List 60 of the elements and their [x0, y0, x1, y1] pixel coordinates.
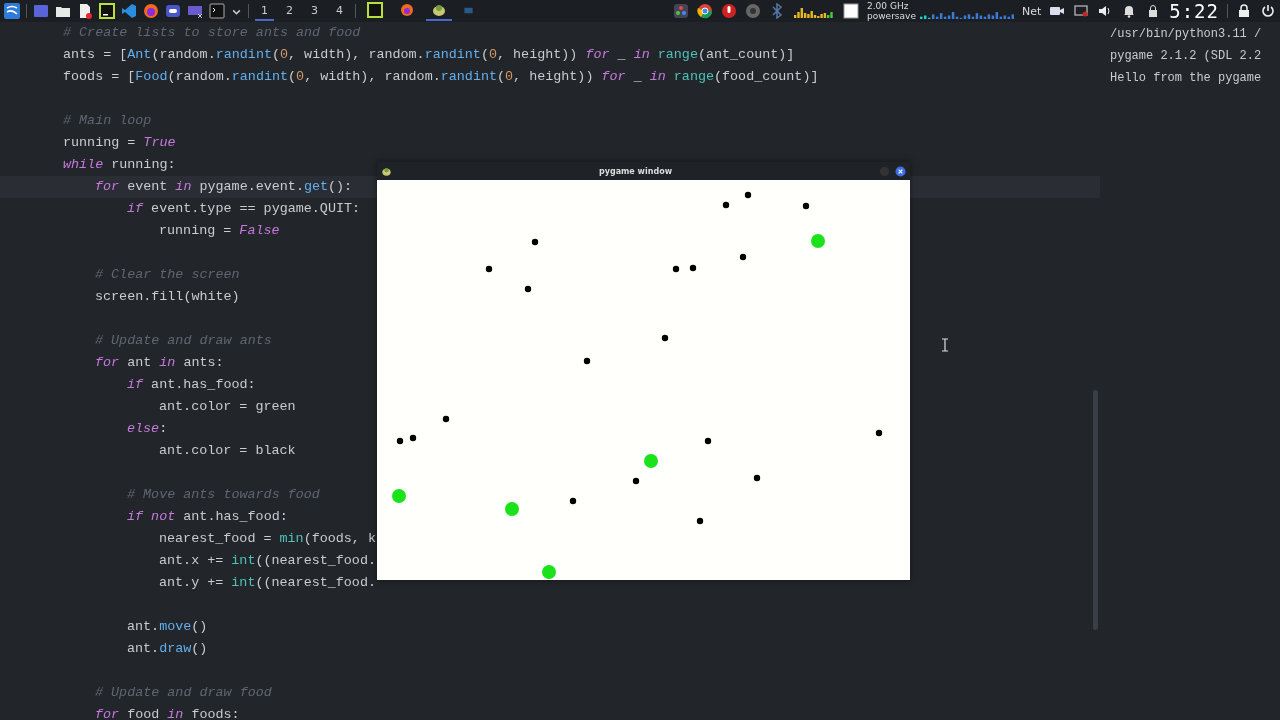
- palette-icon[interactable]: [673, 3, 690, 19]
- cpu-governor: powersave: [867, 11, 916, 21]
- document-icon[interactable]: [77, 3, 93, 19]
- desktop-switcher[interactable]: 1: [255, 1, 274, 21]
- code-line: # Move ants towards food: [127, 487, 320, 502]
- browser-icon[interactable]: [697, 3, 714, 19]
- code-line: ant.y += int((nearest_food.: [159, 575, 376, 590]
- code-line: ant.color = black: [159, 443, 296, 458]
- desktop-switcher[interactable]: 2: [280, 1, 299, 21]
- ide-icon[interactable]: [99, 3, 115, 19]
- snake-icon: [431, 2, 447, 18]
- code-line: running = False: [159, 223, 280, 238]
- network-label: Net: [1021, 4, 1042, 18]
- code-line: foods = [Food(random.randint(0, width), random.randint(0, height)) for _ in range(food_count)]: [63, 69, 819, 84]
- launcher-icon[interactable]: [4, 3, 20, 19]
- code-line: else:: [127, 421, 168, 436]
- screen-icon[interactable]: [187, 3, 203, 19]
- code-line: # Create lists to store ants and food: [63, 25, 361, 40]
- code-editor-icon[interactable]: [121, 3, 137, 19]
- terminal-line: Hello from the pygame: [1110, 70, 1263, 87]
- cpu-frequency: 2.00 GHz: [867, 1, 910, 11]
- code-line: running = True: [63, 135, 176, 150]
- code-line: for ant in ants:: [95, 355, 224, 370]
- chat-icon[interactable]: [165, 3, 181, 19]
- code-line: ant.draw(): [127, 641, 208, 656]
- code-line: for event in pygame.event.get():: [95, 179, 353, 194]
- terminal-line: pygame 2.1.2 (SDL 2.2: [1110, 48, 1263, 65]
- text-cursor-icon: [941, 338, 949, 352]
- lock-icon[interactable]: [1236, 3, 1252, 19]
- code-line: while running:: [63, 157, 176, 172]
- code-line: if not ant.has_food:: [127, 509, 288, 524]
- desktop-icon[interactable]: [33, 3, 49, 19]
- terminal-line: /usr/bin/python3.11 /: [1110, 26, 1263, 43]
- screen-record-icon[interactable]: [1073, 3, 1090, 19]
- aperture-icon[interactable]: [745, 3, 762, 19]
- code-line: ant.move(): [127, 619, 208, 634]
- code-line: for food in foods:: [95, 707, 240, 720]
- browser-icon: [399, 2, 415, 18]
- code-line: # Main loop: [63, 113, 152, 128]
- scrollbar[interactable]: [1093, 390, 1098, 630]
- code-line: # Update and draw ants: [95, 333, 272, 348]
- ide-icon: [367, 2, 383, 18]
- window-title: pygame window: [597, 166, 674, 176]
- microphone-icon[interactable]: [721, 3, 738, 19]
- desktop-switcher[interactable]: 4: [330, 1, 349, 21]
- snake-icon: [381, 165, 392, 177]
- code-line: if event.type == pygame.QUIT:: [127, 201, 361, 216]
- code-line: if ant.has_food:: [127, 377, 256, 392]
- code-line: # Clear the screen: [95, 267, 240, 282]
- code-line: nearest_food = min(foods, k: [159, 531, 376, 546]
- code-line: ants = [Ant(random.randint(0, width), random.randint(0, height)) for _ in range(ant_count)]: [63, 47, 795, 62]
- code-line: ant.x += int((nearest_food.: [159, 553, 376, 568]
- close-icon[interactable]: [895, 165, 906, 177]
- terminal-icon[interactable]: [209, 3, 225, 19]
- desktop-switcher[interactable]: 3: [305, 1, 324, 21]
- power-icon[interactable]: [1260, 3, 1276, 19]
- clock[interactable]: 5:22: [1169, 1, 1219, 21]
- code-line: screen.fill(white): [95, 289, 240, 304]
- code-line: # Update and draw food: [95, 685, 272, 700]
- code-line: ant.color = green: [159, 399, 296, 414]
